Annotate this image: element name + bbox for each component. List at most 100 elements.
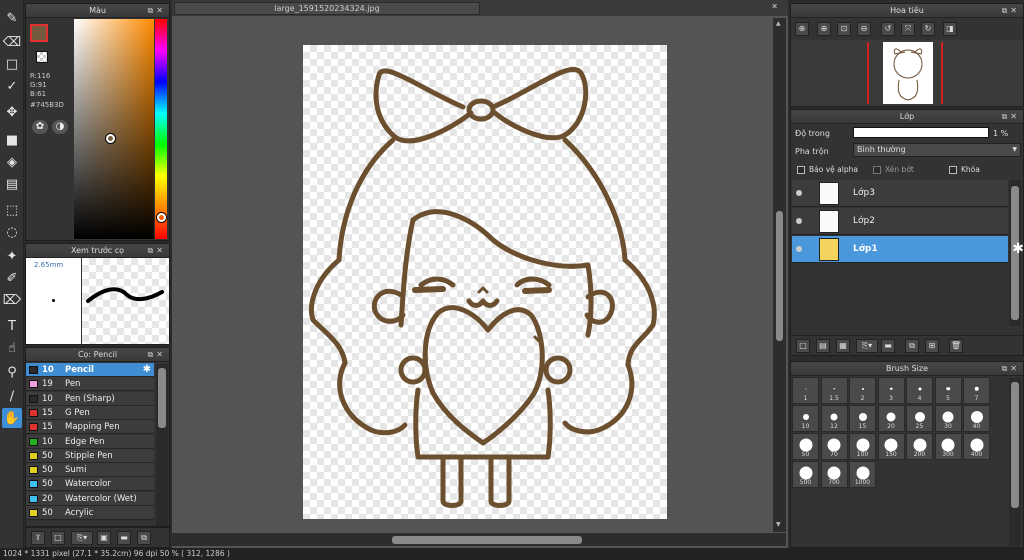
- saturation-value-area[interactable]: [74, 19, 154, 239]
- brush-size-cell[interactable]: 15: [849, 405, 876, 432]
- dropper-tool-icon[interactable]: ∕: [2, 386, 22, 406]
- palette-icon[interactable]: ✿: [32, 120, 48, 134]
- layer-item[interactable]: Lớp3: [792, 180, 1008, 207]
- close-document-icon[interactable]: ✕: [771, 2, 778, 11]
- vertical-scroll-thumb[interactable]: [776, 211, 783, 341]
- brush-duplicate-icon[interactable]: ⧉: [137, 531, 151, 545]
- brush-item[interactable]: 15 Mapping Pen: [26, 420, 154, 435]
- brush-size-cell[interactable]: 100: [849, 433, 876, 460]
- brush-size-cell[interactable]: 10: [792, 405, 819, 432]
- brush-folder-icon[interactable]: ▬: [117, 531, 131, 545]
- brush-size-cell[interactable]: 40: [963, 405, 990, 432]
- hand-tool-icon[interactable]: ✋: [2, 408, 22, 428]
- brush-size-cell[interactable]: 50: [792, 433, 819, 460]
- panel-controls-icon[interactable]: ⧉✕: [148, 348, 166, 362]
- eyedropper-tool-icon[interactable]: ⚲: [2, 362, 22, 382]
- rotate-left-icon[interactable]: ↺: [881, 22, 895, 36]
- fit-icon[interactable]: ⊡: [837, 22, 851, 36]
- brush-size-cell[interactable]: 1000: [849, 461, 876, 488]
- brush-size-cell[interactable]: 70: [820, 433, 848, 460]
- panel-controls-icon[interactable]: ⧉✕: [1002, 362, 1020, 376]
- scroll-up-icon[interactable]: ▲: [776, 20, 783, 28]
- brush-item[interactable]: 50 Watercolor: [26, 477, 154, 492]
- layer-item[interactable]: Lớp2: [792, 208, 1008, 235]
- brush-size-cell[interactable]: 20: [877, 405, 905, 432]
- horizontal-scrollbar[interactable]: [172, 533, 786, 546]
- new-halftone-layer-icon[interactable]: ▤: [816, 339, 830, 353]
- layer-item[interactable]: Lớp1 ✱: [792, 236, 1024, 263]
- brush-size-cell[interactable]: 2: [849, 377, 876, 404]
- color-picker-icon[interactable]: ◑: [52, 120, 68, 134]
- rotate-right-icon[interactable]: ↻: [921, 22, 935, 36]
- brush-size-cell[interactable]: 5: [934, 377, 962, 404]
- brush-size-cell[interactable]: 7: [963, 377, 990, 404]
- hue-cursor[interactable]: [157, 213, 166, 222]
- merge-layer-icon[interactable]: ⊞: [925, 339, 939, 353]
- brush-tool-icon[interactable]: ✎: [2, 8, 22, 28]
- zoom-plus-icon[interactable]: ⊕: [817, 22, 831, 36]
- hue-slider[interactable]: [155, 19, 167, 239]
- brush-item[interactable]: 50 Stipple Pen: [26, 448, 154, 463]
- select-rect-tool-icon[interactable]: ⬚: [2, 200, 22, 220]
- brush-item[interactable]: 10 Pen (Sharp): [26, 391, 154, 406]
- layer-folder-icon[interactable]: ▬: [881, 339, 895, 353]
- bucket-tool-icon[interactable]: ◈: [2, 152, 22, 172]
- vertical-scrollbar[interactable]: ▲ ▼: [773, 18, 786, 532]
- flip-icon[interactable]: ◨: [943, 22, 957, 36]
- brush-size-scrollbar[interactable]: [1009, 378, 1021, 546]
- protect-alpha-checkbox[interactable]: [797, 166, 805, 174]
- fill-rect-tool-icon[interactable]: ■: [2, 130, 22, 150]
- panel-controls-icon[interactable]: ⧉✕: [1002, 110, 1020, 124]
- zoom-out-icon[interactable]: ⊖: [857, 22, 871, 36]
- brush-size-cell[interactable]: 30: [934, 405, 962, 432]
- move-tool-icon[interactable]: ✥: [2, 102, 22, 122]
- select-eraser-tool-icon[interactable]: ⌦: [2, 290, 22, 310]
- add-brush-menu-icon[interactable]: ⎘▾: [71, 531, 93, 545]
- text-tool-icon[interactable]: T: [2, 316, 22, 336]
- lasso-tool-icon[interactable]: ◌: [2, 222, 22, 242]
- brush-item[interactable]: 19 Pen: [26, 377, 154, 392]
- opacity-slider[interactable]: [853, 127, 989, 138]
- brush-size-cell[interactable]: 500: [792, 461, 819, 488]
- new-1bit-layer-icon[interactable]: ▦: [836, 339, 850, 353]
- brush-item[interactable]: 15 G Pen: [26, 405, 154, 420]
- panel-controls-icon[interactable]: ⧉✕: [148, 4, 166, 18]
- add-layer-menu-icon[interactable]: ⎘▾: [856, 339, 878, 353]
- brush-list-scrollbar[interactable]: [156, 364, 168, 526]
- horizontal-scroll-thumb[interactable]: [392, 536, 582, 544]
- shape-tool-icon[interactable]: □: [2, 54, 22, 74]
- brush-size-cell[interactable]: 150: [877, 433, 905, 460]
- secondary-color-swatch[interactable]: [36, 51, 48, 63]
- brush-item[interactable]: 20 Watercolor (Wet): [26, 491, 154, 506]
- brush-item[interactable]: 50 Acrylic: [26, 506, 154, 520]
- brush-size-cell[interactable]: 3: [877, 377, 905, 404]
- gear-icon[interactable]: ✱: [1012, 241, 1024, 257]
- brush-item[interactable]: 10 Pencil ✱: [26, 363, 154, 377]
- document-tab[interactable]: large_1591520234324.jpg: [174, 2, 480, 15]
- reset-view-icon[interactable]: ⤧: [901, 22, 915, 36]
- new-brush-icon[interactable]: □: [51, 531, 65, 545]
- select-pen-tool-icon[interactable]: ✐: [2, 268, 22, 288]
- canvas[interactable]: [303, 45, 667, 519]
- gradient-tool-icon[interactable]: ▤: [2, 174, 22, 194]
- visibility-icon[interactable]: [796, 190, 802, 196]
- brush-size-cell[interactable]: 700: [820, 461, 848, 488]
- navigator-thumbnail[interactable]: [883, 42, 933, 104]
- clipping-checkbox[interactable]: [873, 166, 881, 174]
- main-color-swatch[interactable]: [30, 24, 48, 42]
- delete-layer-icon[interactable]: 🗑: [949, 339, 963, 353]
- brush-size-cell[interactable]: 1.5: [820, 377, 848, 404]
- blend-mode-select[interactable]: Bình thường ▼: [853, 143, 1021, 157]
- scroll-down-icon[interactable]: ▼: [776, 521, 783, 529]
- gear-icon[interactable]: ✱: [143, 363, 151, 377]
- brush-size-cell[interactable]: 12: [820, 405, 848, 432]
- brush-item[interactable]: 50 Sumi: [26, 463, 154, 478]
- panel-controls-icon[interactable]: ⧉✕: [1002, 4, 1020, 18]
- lock-checkbox[interactable]: [949, 166, 957, 174]
- new-layer-icon[interactable]: □: [796, 339, 810, 353]
- brush-size-cell[interactable]: 4: [906, 377, 933, 404]
- visibility-icon[interactable]: [796, 246, 802, 252]
- duplicate-layer-icon[interactable]: ⧉: [905, 339, 919, 353]
- visibility-icon[interactable]: [796, 218, 802, 224]
- brush-copy-icon[interactable]: ▣: [97, 531, 111, 545]
